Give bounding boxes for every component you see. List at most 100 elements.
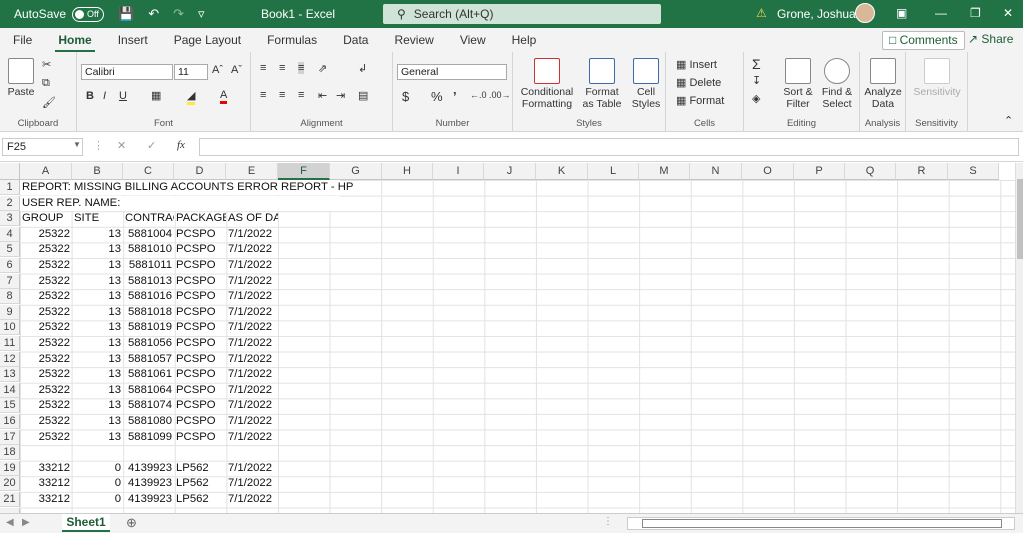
cell-a19[interactable]: 33212: [20, 461, 72, 476]
cell-d21[interactable]: LP562: [174, 492, 226, 507]
insert-cells-button[interactable]: ▦ Insert: [676, 58, 717, 71]
sheet-tab-active[interactable]: Sheet1: [62, 514, 110, 532]
undo-icon[interactable]: ↶: [148, 6, 159, 22]
cell-c10[interactable]: 5881019: [123, 320, 174, 335]
column-header-c[interactable]: C: [123, 163, 174, 180]
cell-c8[interactable]: 5881016: [123, 289, 174, 304]
cell-a21[interactable]: 33212: [20, 492, 72, 507]
cell-a9[interactable]: 25322: [20, 305, 72, 320]
row-header[interactable]: 5: [0, 242, 20, 258]
tab-review[interactable]: Review: [381, 28, 446, 52]
next-sheet-icon[interactable]: ▶: [22, 517, 30, 528]
cell-a20[interactable]: 33212: [20, 476, 72, 491]
cell-e4[interactable]: 7/1/2022: [226, 227, 278, 242]
autosave-toggle[interactable]: Off: [72, 6, 105, 22]
cell-a17[interactable]: 25322: [20, 430, 72, 445]
cell-c15[interactable]: 5881074: [123, 398, 174, 413]
cancel-entry-icon[interactable]: ✕: [117, 139, 126, 152]
cell-b9[interactable]: 13: [72, 305, 123, 320]
cell-c20[interactable]: 4139923: [123, 476, 174, 491]
row-header[interactable]: 16: [0, 414, 20, 429]
align-right-icon[interactable]: ≡: [298, 89, 304, 101]
cell-b21[interactable]: 0: [72, 492, 123, 507]
horizontal-scroll-thumb[interactable]: [642, 519, 1002, 528]
find-select-button[interactable]: Find & Select: [818, 58, 856, 110]
column-header-a[interactable]: A: [20, 163, 72, 180]
row-header[interactable]: 11: [0, 336, 20, 351]
borders-icon[interactable]: ▦: [151, 89, 161, 102]
cell-a3[interactable]: GROUP: [20, 211, 72, 226]
cell-c13[interactable]: 5881061: [123, 367, 174, 382]
redo-icon[interactable]: ↷: [173, 6, 184, 22]
column-header-j[interactable]: J: [484, 163, 536, 180]
row-header[interactable]: 2: [0, 195, 20, 211]
column-header-o[interactable]: O: [742, 163, 794, 180]
cell-c14[interactable]: 5881064: [123, 383, 174, 398]
row-header[interactable]: 7: [0, 273, 20, 289]
cell-d4[interactable]: PCSPO: [174, 227, 226, 242]
column-header-b[interactable]: B: [72, 163, 123, 180]
clear-icon[interactable]: ◈: [752, 92, 760, 105]
cell-e11[interactable]: 7/1/2022: [226, 336, 278, 351]
font-color-icon[interactable]: A: [220, 89, 228, 104]
row-header[interactable]: 8: [0, 289, 20, 305]
tab-help[interactable]: Help: [499, 28, 550, 52]
row-header[interactable]: 13: [0, 367, 20, 383]
row-header[interactable]: 21: [0, 492, 20, 507]
increase-decimal-icon[interactable]: ←.0: [470, 90, 487, 100]
cut-icon[interactable]: ✂: [42, 58, 51, 71]
column-header-d[interactable]: D: [174, 163, 226, 180]
cell-e19[interactable]: 7/1/2022: [226, 461, 278, 476]
ribbon-display-icon[interactable]: ▣: [896, 6, 907, 20]
cell-d10[interactable]: PCSPO: [174, 320, 226, 335]
tab-data[interactable]: Data: [330, 28, 381, 52]
row-header[interactable]: 18: [0, 445, 20, 461]
cell-a8[interactable]: 25322: [20, 289, 72, 304]
align-top-icon[interactable]: ≡: [260, 62, 266, 74]
conditional-formatting-button[interactable]: Conditional Formatting: [519, 58, 575, 110]
cell-b20[interactable]: 0: [72, 476, 123, 491]
decrease-indent-icon[interactable]: ⇤: [318, 89, 327, 102]
cell-styles-button[interactable]: Cell Styles: [629, 58, 663, 110]
cell-b6[interactable]: 13: [72, 258, 123, 273]
tab-view[interactable]: View: [447, 28, 499, 52]
cell-b3[interactable]: SITE: [72, 211, 123, 226]
restore-icon[interactable]: ❐: [970, 6, 981, 20]
bold-icon[interactable]: B: [86, 90, 94, 102]
row-header[interactable]: 19: [0, 460, 20, 476]
column-header-e[interactable]: E: [226, 163, 278, 180]
cell-e13[interactable]: 7/1/2022: [226, 367, 278, 382]
italic-icon[interactable]: I: [103, 90, 106, 102]
cell-c3[interactable]: CONTRACT: [123, 211, 174, 226]
column-header-p[interactable]: P: [794, 163, 845, 180]
row-header[interactable]: 4: [0, 226, 20, 242]
cell-c7[interactable]: 5881013: [123, 274, 174, 289]
cell-b5[interactable]: 13: [72, 242, 123, 257]
add-sheet-icon[interactable]: ⊕: [126, 515, 137, 531]
cell-e8[interactable]: 7/1/2022: [226, 289, 278, 304]
cell-c16[interactable]: 5881080: [123, 414, 174, 429]
cell-b17[interactable]: 13: [72, 430, 123, 445]
cell-c12[interactable]: 5881057: [123, 352, 174, 367]
sort-filter-button[interactable]: Sort & Filter: [780, 58, 816, 110]
cell-c5[interactable]: 5881010: [123, 242, 174, 257]
warning-icon[interactable]: ⚠: [756, 6, 767, 20]
row-header[interactable]: 17: [0, 429, 20, 445]
cell-e16[interactable]: 7/1/2022: [226, 414, 278, 429]
cell-d7[interactable]: PCSPO: [174, 274, 226, 289]
column-header-f[interactable]: F: [278, 163, 330, 180]
insert-function-icon[interactable]: fx: [177, 139, 185, 151]
cell-a11[interactable]: 25322: [20, 336, 72, 351]
format-painter-icon[interactable]: 🖌: [42, 96, 56, 109]
tab-home[interactable]: Home: [45, 28, 104, 52]
tab-formulas[interactable]: Formulas: [254, 28, 330, 52]
column-header-s[interactable]: S: [948, 163, 999, 180]
format-as-table-button[interactable]: Format as Table: [579, 58, 625, 110]
copy-icon[interactable]: ⧉: [42, 77, 50, 90]
comma-style-icon[interactable]: ’: [453, 89, 457, 104]
minimize-icon[interactable]: —: [935, 6, 947, 20]
cell-b11[interactable]: 13: [72, 336, 123, 351]
cell-b4[interactable]: 13: [72, 227, 123, 242]
cell-d6[interactable]: PCSPO: [174, 258, 226, 273]
increase-indent-icon[interactable]: ⇥: [336, 89, 345, 102]
